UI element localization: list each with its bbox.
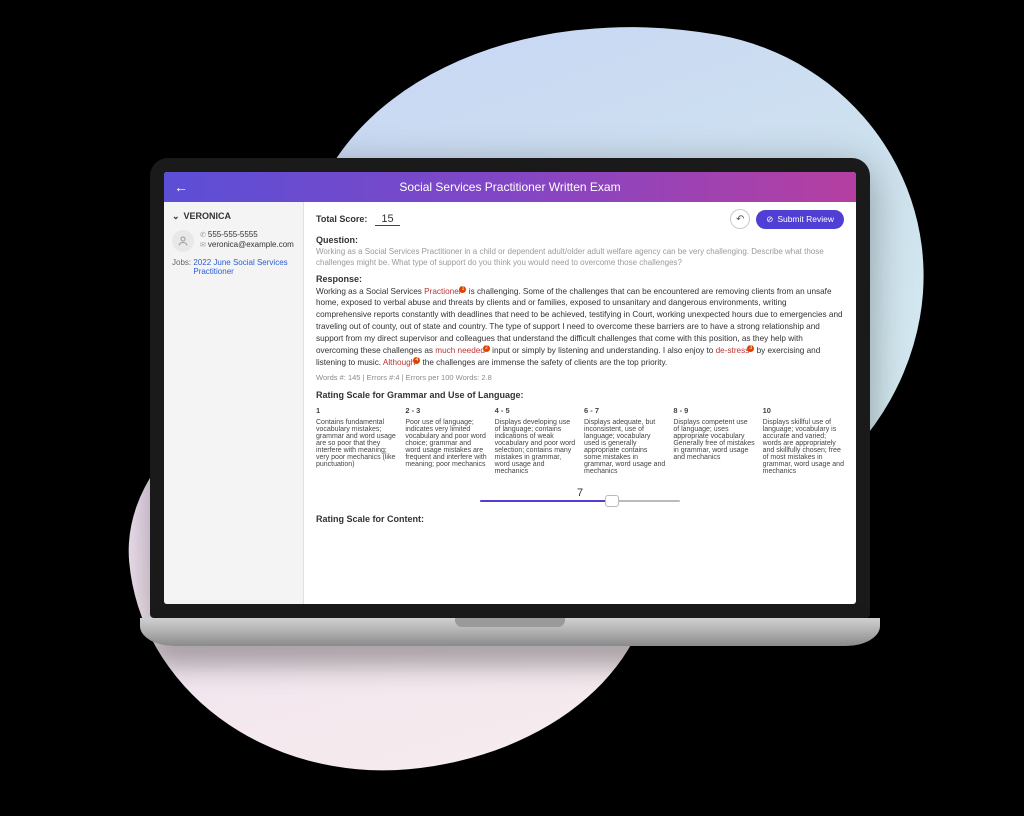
total-score-value[interactable]: 15 bbox=[375, 213, 399, 226]
scale-col: 1 Contains fundamental vocabulary mistake… bbox=[316, 406, 397, 475]
phone-icon: ✆ bbox=[200, 232, 206, 239]
chevron-down-icon: ⌄ bbox=[172, 211, 180, 222]
phone-value: 555-555-5555 bbox=[208, 230, 258, 239]
job-link[interactable]: 2022 June Social Services Practitioner bbox=[193, 258, 289, 276]
scale-desc: Displays competent use of language; uses… bbox=[673, 419, 754, 461]
scale-header: 4 - 5 bbox=[495, 406, 576, 415]
check-icon: ⊘ bbox=[766, 214, 773, 225]
main-panel: Total Score: 15 ↶ ⊘ Submit Review Questi… bbox=[304, 202, 856, 604]
response-stats: Words #: 145 | Errors #:4 | Errors per 1… bbox=[316, 373, 844, 382]
scale-desc: Displays adequate, but inconsistent, use… bbox=[584, 419, 665, 475]
question-label: Question: bbox=[316, 235, 844, 245]
error-highlight[interactable]: Although bbox=[383, 358, 415, 367]
laptop-frame: ← Social Services Practitioner Written E… bbox=[140, 158, 880, 646]
rating-scale-title: Rating Scale for Grammar and Use of Lang… bbox=[316, 390, 844, 400]
question-text: Working as a Social Services Practitione… bbox=[316, 247, 844, 269]
slider-value: 7 bbox=[316, 487, 844, 499]
avatar bbox=[172, 230, 194, 252]
app-screen: ← Social Services Practitioner Written E… bbox=[164, 172, 856, 604]
error-highlight[interactable]: Practioner bbox=[424, 287, 461, 296]
total-score-label: Total Score: bbox=[316, 214, 367, 224]
phone-row: ✆555-555-5555 bbox=[200, 230, 294, 240]
jobs-label: Jobs: bbox=[172, 258, 191, 267]
scale-col: 10 Displays skillful use of language; voc… bbox=[763, 406, 844, 475]
scale-col: 6 - 7 Displays adequate, but inconsistent… bbox=[584, 406, 665, 475]
laptop-base bbox=[140, 618, 880, 646]
error-highlight[interactable]: much needed bbox=[435, 346, 485, 355]
response-text: Working as a Social Services Practioner1… bbox=[316, 286, 844, 369]
page-title: Social Services Practitioner Written Exa… bbox=[399, 180, 620, 194]
rating-scale: 1 Contains fundamental vocabulary mistake… bbox=[316, 406, 844, 475]
undo-button[interactable]: ↶ bbox=[730, 209, 750, 229]
email-value: veronica@example.com bbox=[208, 240, 294, 249]
content-scale-title: Rating Scale for Content: bbox=[316, 514, 844, 524]
scale-col: 4 - 5 Displays developing use of language… bbox=[495, 406, 576, 475]
back-icon[interactable]: ← bbox=[174, 179, 188, 195]
app-header: ← Social Services Practitioner Written E… bbox=[164, 172, 856, 202]
scale-desc: Poor use of language; indicates very lim… bbox=[405, 419, 486, 468]
sidebar: ⌄ VERONICA ✆555-555-5555 ✉veronica@exampl… bbox=[164, 202, 304, 604]
scale-col: 2 - 3 Poor use of language; indicates ver… bbox=[405, 406, 486, 475]
scale-header: 2 - 3 bbox=[405, 406, 486, 415]
mail-icon: ✉ bbox=[200, 242, 206, 249]
scale-col: 8 - 9 Displays competent use of language;… bbox=[673, 406, 754, 475]
scale-header: 6 - 7 bbox=[584, 406, 665, 415]
scale-desc: Contains fundamental vocabulary mistakes… bbox=[316, 419, 397, 468]
rating-slider[interactable] bbox=[480, 500, 680, 502]
submit-label: Submit Review bbox=[777, 214, 834, 224]
response-label: Response: bbox=[316, 274, 844, 284]
email-row: ✉veronica@example.com bbox=[200, 240, 294, 250]
scale-header: 10 bbox=[763, 406, 844, 415]
scale-desc: Displays skillful use of language; vocab… bbox=[763, 419, 844, 475]
scale-desc: Displays developing use of language; con… bbox=[495, 419, 576, 475]
scale-header: 8 - 9 bbox=[673, 406, 754, 415]
scale-header: 1 bbox=[316, 406, 397, 415]
candidate-name-toggle[interactable]: ⌄ VERONICA bbox=[172, 208, 295, 228]
error-highlight[interactable]: de-stress bbox=[716, 346, 750, 355]
submit-review-button[interactable]: ⊘ Submit Review bbox=[756, 210, 844, 229]
slider-thumb[interactable] bbox=[605, 495, 619, 507]
candidate-name: VERONICA bbox=[184, 211, 232, 221]
